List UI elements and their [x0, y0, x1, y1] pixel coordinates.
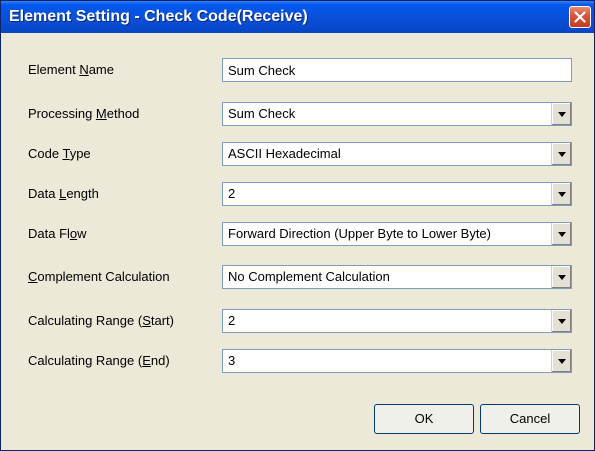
- title-bar[interactable]: Element Setting - Check Code(Receive): [1, 1, 594, 33]
- row-data-flow: Data Flow Forward Direction (Upper Byte …: [1, 222, 594, 246]
- data-length-value: 2: [228, 186, 236, 201]
- data-flow-select[interactable]: Forward Direction (Upper Byte to Lower B…: [222, 222, 572, 246]
- row-calculating-range-start: Calculating Range (Start) 2: [1, 309, 594, 333]
- ok-button[interactable]: OK: [374, 404, 474, 434]
- code-type-dropdown-button[interactable]: [551, 143, 571, 165]
- processing-method-select[interactable]: Sum Check: [222, 102, 572, 126]
- element-setting-dialog: Element Setting - Check Code(Receive) El…: [0, 0, 595, 451]
- calculating-range-end-value: 3: [228, 353, 236, 368]
- code-type-value: ASCII Hexadecimal: [228, 146, 341, 161]
- chevron-down-icon: [557, 358, 566, 364]
- close-x-icon: [574, 11, 586, 23]
- row-processing-method: Processing Method Sum Check: [1, 102, 594, 126]
- chevron-down-icon: [557, 318, 566, 324]
- calculating-range-start-dropdown-button[interactable]: [551, 310, 571, 332]
- processing-method-dropdown-button[interactable]: [551, 103, 571, 125]
- row-code-type: Code Type ASCII Hexadecimal: [1, 142, 594, 166]
- processing-method-value: Sum Check: [228, 106, 296, 121]
- complement-calculation-dropdown-button[interactable]: [551, 266, 571, 288]
- label-processing-method: Processing Method: [28, 106, 140, 121]
- label-code-type: Code Type: [28, 146, 91, 161]
- window-title: Element Setting - Check Code(Receive): [9, 8, 308, 25]
- data-length-dropdown-button[interactable]: [551, 183, 571, 205]
- close-button[interactable]: [569, 6, 591, 28]
- calculating-range-start-value: 2: [228, 313, 236, 328]
- calculating-range-end-dropdown-button[interactable]: [551, 350, 571, 372]
- label-calculating-range-start: Calculating Range (Start): [28, 313, 174, 328]
- label-complement-calculation: Complement Calculation: [28, 269, 170, 284]
- calculating-range-start-select[interactable]: 2: [222, 309, 572, 333]
- chevron-down-icon: [557, 191, 566, 197]
- row-element-name: Element Name: [1, 58, 594, 82]
- data-length-select[interactable]: 2: [222, 182, 572, 206]
- label-calculating-range-end: Calculating Range (End): [28, 353, 170, 368]
- cancel-button[interactable]: Cancel: [480, 404, 580, 434]
- row-data-length: Data Length 2: [1, 182, 594, 206]
- chevron-down-icon: [557, 274, 566, 280]
- label-data-length: Data Length: [28, 186, 99, 201]
- complement-calculation-select[interactable]: No Complement Calculation: [222, 265, 572, 289]
- label-element-name: Element Name: [28, 62, 114, 77]
- chevron-down-icon: [557, 231, 566, 237]
- calculating-range-end-select[interactable]: 3: [222, 349, 572, 373]
- row-calculating-range-end: Calculating Range (End) 3: [1, 349, 594, 373]
- row-complement-calculation: Complement Calculation No Complement Cal…: [1, 265, 594, 289]
- complement-calculation-value: No Complement Calculation: [228, 269, 390, 284]
- label-data-flow: Data Flow: [28, 226, 87, 241]
- data-flow-value: Forward Direction (Upper Byte to Lower B…: [228, 226, 491, 241]
- chevron-down-icon: [557, 111, 566, 117]
- code-type-select[interactable]: ASCII Hexadecimal: [222, 142, 572, 166]
- element-name-input[interactable]: [222, 58, 572, 82]
- data-flow-dropdown-button[interactable]: [551, 223, 571, 245]
- chevron-down-icon: [557, 151, 566, 157]
